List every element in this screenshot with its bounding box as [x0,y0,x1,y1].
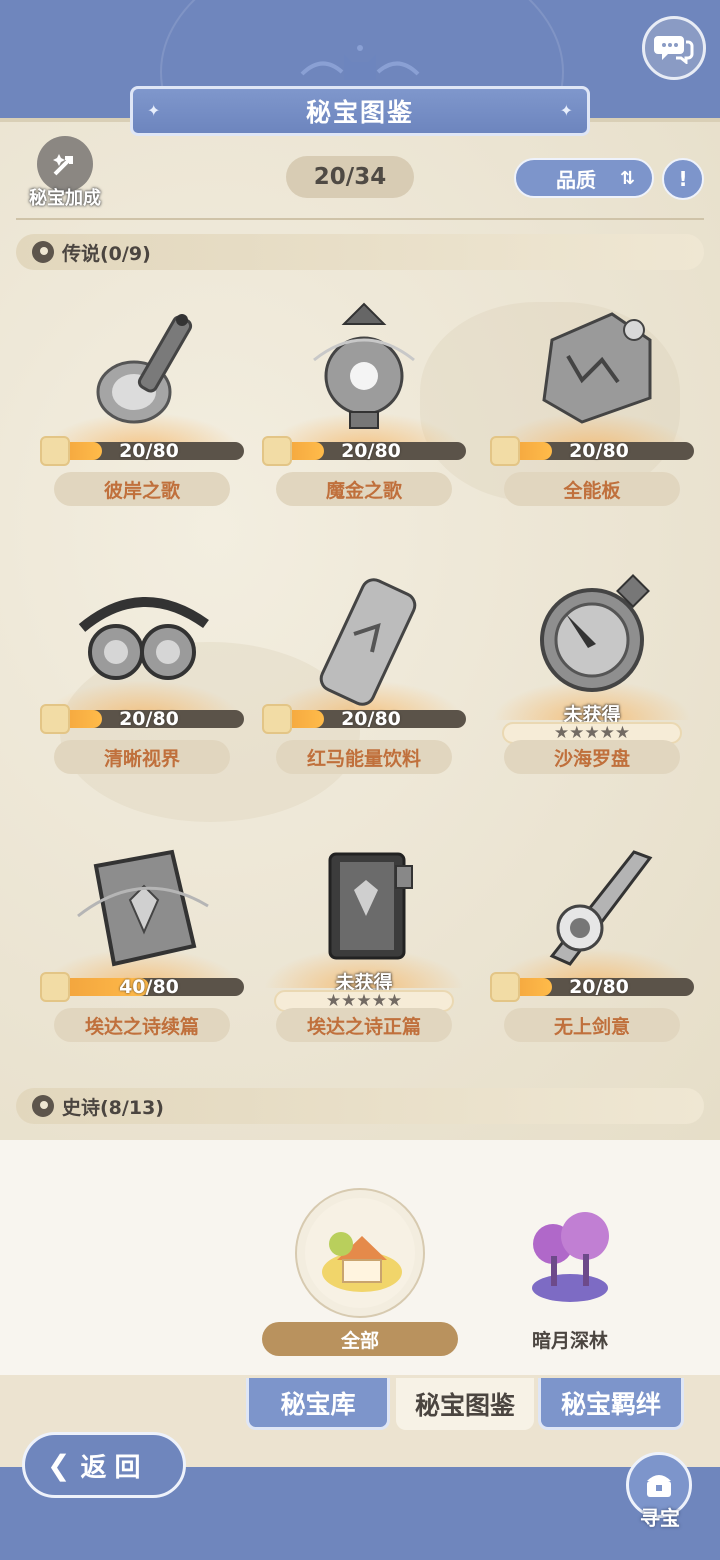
treasure-card[interactable]: 20/80 彼岸之歌 [32,300,252,550]
puzzle-piece-icon [490,972,520,1002]
progress-bar: 20/80 [40,436,244,466]
puzzle-piece-icon [40,436,70,466]
back-label: 返回 [80,1452,149,1483]
tab-label: 秘宝羁绊 [560,1389,661,1419]
treasure-card[interactable]: 未获得 ★★★★★ 沙海罗盘 [482,568,702,818]
back-arrow-icon: ❮ [47,1448,71,1482]
section-icon [32,241,54,263]
circuit-board-icon [542,312,652,424]
unobtained-overlay: 未获得 ★★★★★ [492,700,692,744]
tab-treasure-vault[interactable]: 秘宝库 [246,1378,390,1430]
sword-icon [549,850,653,966]
region-circle [295,1188,425,1318]
collected-count: 20/34 [286,156,414,198]
treasure-card[interactable]: 20/80 全能板 [482,300,702,550]
treasure-hunt-label: 寻宝 [640,1506,680,1530]
tab-label: 秘宝图鉴 [414,1391,515,1420]
divider [16,218,704,220]
treasure-card[interactable]: 未获得 ★★★★★ 埃达之诗正篇 [254,836,474,1086]
puzzle-piece-icon [262,436,292,466]
progress-text: 20/80 [569,976,629,998]
puzzle-piece-icon [490,436,520,466]
treasure-card[interactable]: 20/80 红马能量饮料 [254,568,474,818]
house-island-icon [322,1232,402,1292]
bonus-label: 秘宝加成 [29,188,101,209]
treasure-name: 全能板 [504,472,680,506]
progress-text: 20/80 [341,708,401,730]
puzzle-piece-icon [40,972,70,1002]
progress-text: 40/80 [119,976,179,998]
region-all[interactable] [260,1188,460,1318]
goggles-icon [78,596,209,680]
puzzle-piece-icon [40,704,70,734]
energy-can-icon [319,578,417,706]
treasure-name: 清晰视界 [54,740,230,774]
sort-toggle-icon: ⇅ [620,167,636,189]
progress-text: 20/80 [119,708,179,730]
section-title: 史诗(8/13) [62,1096,164,1119]
treasure-name: 彼岸之歌 [54,472,230,506]
chat-bubbles-icon [654,36,694,64]
mech-orb-icon [313,302,415,429]
progress-bar: 20/80 [490,436,694,466]
progress-bar: 20/80 [262,704,466,734]
region-label: 全部 [340,1329,379,1352]
puzzle-piece-icon [262,704,292,734]
progress-bar: 20/80 [40,704,244,734]
sort-label: 品质 [556,167,596,192]
lute-icon [96,314,193,424]
progress-text: 20/80 [569,440,629,462]
treasure-name: 魔金之歌 [276,472,452,506]
purple-forest-icon [532,1212,609,1302]
tab-label: 秘宝库 [280,1389,356,1419]
treasure-name: 无上剑意 [504,1008,680,1042]
sparkle-arrow-icon [53,154,73,176]
quality-sort-button[interactable]: 品质 ⇅ [514,158,654,198]
treasure-name: 沙海罗盘 [504,740,680,774]
section-icon [32,1095,54,1117]
treasure-bonus-button[interactable]: 秘宝加成 [18,136,112,212]
treasure-card[interactable]: 20/80 魔金之歌 [254,300,474,550]
chat-button[interactable] [642,16,706,80]
book-icon [77,849,209,967]
region-label-all[interactable]: 全部 [262,1322,458,1356]
progress-bar: 40/80 [40,972,244,1002]
treasure-chest-icon [647,1475,671,1497]
section-title: 传说(0/9) [62,242,151,265]
bound-book-icon [328,852,413,960]
back-button[interactable]: ❮ 返回 [22,1432,186,1498]
progress-bar: 20/80 [262,436,466,466]
unobtained-overlay: 未获得 ★★★★★ [264,968,464,1012]
cat-ornament-icon [300,45,420,80]
treasure-card[interactable]: 20/80 无上剑意 [482,836,702,1086]
section-header-epic: 史诗(8/13) [16,1088,704,1124]
page-title: 秘宝图鉴 [305,98,414,127]
treasure-name: 埃达之诗正篇 [276,1008,452,1042]
title-banner: 秘宝图鉴 [130,86,590,136]
treasure-card[interactable]: 20/80 清晰视界 [32,568,252,818]
progress-text: 20/80 [341,440,401,462]
tab-treasure-bonds[interactable]: 秘宝羁绊 [538,1378,684,1430]
region-label-dark-moon-forest[interactable]: 暗月深林 [470,1326,670,1353]
treasure-name: 埃达之诗续篇 [54,1008,230,1042]
treasure-name: 红马能量饮料 [276,740,452,774]
region-circle [505,1200,635,1330]
progress-text: 20/80 [119,440,179,462]
region-dark-moon-forest[interactable] [470,1200,670,1330]
info-icon: ! [678,167,688,191]
treasure-card[interactable]: 40/80 埃达之诗续篇 [32,836,252,1086]
info-button[interactable]: ! [662,158,704,200]
progress-bar: 20/80 [490,972,694,1002]
compass-icon [540,574,650,692]
section-header-legendary: 传说(0/9) [16,234,704,270]
tab-treasure-codex[interactable]: 秘宝图鉴 [396,1378,534,1430]
